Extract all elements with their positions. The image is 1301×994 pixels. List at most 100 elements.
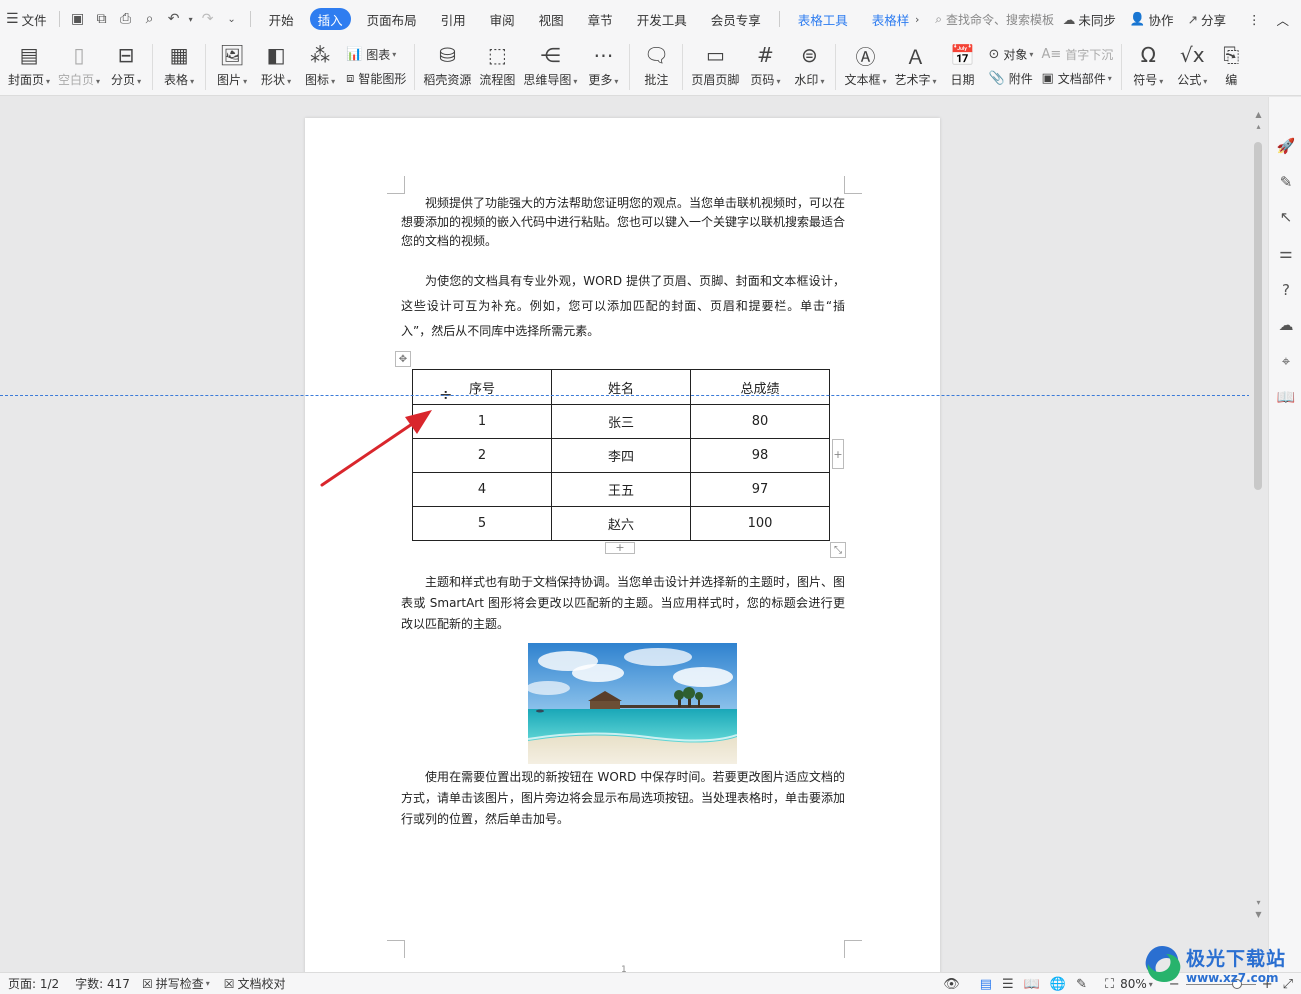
document-page[interactable]: 视频提供了功能强大的方法帮助您证明您的观点。当您单击联机视频时，可以在想要添加的… bbox=[305, 118, 940, 972]
print-preview-icon[interactable]: ⌕ bbox=[138, 7, 162, 31]
table-header-cell[interactable]: 总成绩 bbox=[690, 369, 830, 405]
fit-page-icon[interactable]: ⛶ bbox=[1105, 977, 1114, 992]
tab-table-style[interactable]: 表格样 bbox=[864, 8, 912, 30]
web-view-icon[interactable]: 🌐 bbox=[1050, 977, 1066, 992]
wordart-button[interactable]: Ａ 艺术字 ▾ bbox=[890, 38, 940, 88]
edit-button[interactable]: ⎘ 编 bbox=[1214, 38, 1248, 88]
blank-page-button[interactable]: ▯ 空白页 ▾ bbox=[54, 38, 104, 88]
outline-view-icon[interactable]: ☰ bbox=[1002, 977, 1014, 992]
flowchart-button[interactable]: ⬚ 流程图 bbox=[475, 38, 519, 88]
table-cell[interactable]: 100 bbox=[690, 506, 830, 541]
sync-button[interactable]: ☁ 未同步 bbox=[1063, 10, 1116, 29]
attachment-button[interactable]: 📎 附件 bbox=[989, 66, 1034, 90]
table-move-handle-icon[interactable]: ✥ bbox=[395, 351, 411, 367]
redo-icon[interactable]: ↷ bbox=[196, 7, 220, 31]
undo-icon[interactable]: ↶ bbox=[162, 7, 186, 31]
watermark-button[interactable]: ⊜ 水印 ▾ bbox=[787, 38, 831, 88]
paragraph[interactable]: 视频提供了功能强大的方法帮助您证明您的观点。当您单击联机视频时，可以在想要添加的… bbox=[401, 194, 845, 251]
tab-insert[interactable]: 插入 bbox=[309, 8, 351, 30]
object-button[interactable]: ⊙ 对象 ▾ bbox=[989, 42, 1034, 66]
eye-protection-icon[interactable]: 👁 bbox=[943, 977, 960, 992]
page-indicator[interactable]: 页面: 1/2 bbox=[8, 975, 59, 992]
book-reader-icon[interactable]: 📖 bbox=[1277, 388, 1296, 406]
sliders-icon[interactable]: ⚌ bbox=[1277, 244, 1295, 262]
page-number-button[interactable]: # 页码 ▾ bbox=[743, 38, 787, 88]
tab-table-tools[interactable]: 表格工具 bbox=[790, 8, 856, 30]
collaborate-button[interactable]: 👤 协作 bbox=[1130, 10, 1174, 29]
table-cell[interactable]: 98 bbox=[690, 438, 830, 473]
write-mode-icon[interactable]: ✎ bbox=[1076, 977, 1087, 992]
comment-button[interactable]: 🗨 批注 bbox=[634, 38, 678, 88]
table-cell[interactable]: 97 bbox=[690, 472, 830, 507]
table-resize-handle-icon[interactable]: ⤡ bbox=[830, 542, 846, 558]
table-cell[interactable]: 2 bbox=[412, 438, 552, 473]
tab-developer[interactable]: 开发工具 bbox=[629, 8, 695, 30]
cloud-resources-icon[interactable]: ☁ bbox=[1277, 316, 1295, 334]
picture-button[interactable]: 🖼 图片 ▾ bbox=[210, 38, 254, 88]
chart-button[interactable]: 📊 图表 ▾ bbox=[346, 42, 406, 66]
tab-home[interactable]: 开始 bbox=[261, 8, 302, 30]
paragraph[interactable]: 主题和样式也有助于文档保持协调。当您单击设计并选择新的主题时，图片、图表或 Sm… bbox=[401, 572, 845, 635]
undo-dropdown-icon[interactable]: ▾ bbox=[186, 7, 196, 31]
file-menu[interactable]: ☰ 文件 bbox=[0, 7, 53, 31]
drop-cap-button[interactable]: A≡ 首字下沉 bbox=[1041, 42, 1113, 66]
print-icon[interactable]: ⎙ bbox=[114, 7, 138, 31]
symbol-button[interactable]: Ω 符号 ▾ bbox=[1126, 38, 1170, 88]
table-cell[interactable]: 王五 bbox=[551, 472, 691, 507]
collapse-ribbon-icon[interactable]: ︿ bbox=[1276, 10, 1289, 29]
add-row-button[interactable]: + bbox=[605, 542, 635, 554]
share-button[interactable]: ↗ 分享 bbox=[1187, 10, 1226, 29]
beach-photo[interactable] bbox=[528, 643, 737, 764]
header-footer-button[interactable]: ▭ 页眉页脚 bbox=[687, 38, 743, 88]
scroll-page-up-icon[interactable]: ▴ bbox=[1249, 121, 1268, 133]
pen-icon[interactable]: ✎ bbox=[1277, 173, 1295, 191]
formula-button[interactable]: √x 公式 ▾ bbox=[1170, 38, 1214, 88]
more-options-icon[interactable]: ⋮ bbox=[1248, 12, 1261, 27]
help-icon[interactable]: ? bbox=[1277, 281, 1295, 299]
table-cell[interactable]: 赵六 bbox=[551, 506, 691, 541]
page-break-button[interactable]: ⊟ 分页 ▾ bbox=[104, 38, 148, 88]
chevron-right-icon[interactable]: › bbox=[911, 7, 923, 31]
tab-view[interactable]: 视图 bbox=[531, 8, 572, 30]
command-search[interactable]: ⌕ 查找命令、搜索模板 bbox=[935, 11, 1054, 28]
table-cell[interactable]: 5 bbox=[412, 506, 552, 541]
customize-dropdown-icon[interactable]: ⌄ bbox=[220, 7, 244, 31]
tab-member[interactable]: 会员专享 bbox=[703, 8, 769, 30]
table-cell[interactable]: 张三 bbox=[551, 404, 691, 439]
table-header-cell[interactable]: 序号 bbox=[412, 369, 552, 405]
rocket-icon[interactable]: 🚀 bbox=[1277, 137, 1296, 155]
table-cell[interactable]: 80 bbox=[690, 404, 830, 439]
table-cell[interactable]: 1 bbox=[412, 404, 552, 439]
paragraph[interactable]: 为使您的文档具有专业外观，WORD 提供了页眉、页脚、封面和文本框设计，这些设计… bbox=[401, 269, 845, 344]
shape-button[interactable]: ◧ 形状 ▾ bbox=[254, 38, 298, 88]
scroll-thumb[interactable] bbox=[1254, 142, 1262, 490]
document-workspace[interactable]: 视频提供了功能强大的方法帮助您证明您的观点。当您单击联机视频时，可以在想要添加的… bbox=[0, 97, 1268, 972]
add-column-button[interactable]: + bbox=[832, 439, 844, 469]
tab-page-layout[interactable]: 页面布局 bbox=[359, 8, 425, 30]
scroll-down-icon[interactable]: ▼ bbox=[1249, 909, 1268, 921]
mindmap-button[interactable]: ⋲ 思维导图 ▾ bbox=[519, 38, 581, 88]
more-button[interactable]: ⋯ 更多 ▾ bbox=[581, 38, 625, 88]
tab-chapter[interactable]: 章节 bbox=[580, 8, 621, 30]
tab-review[interactable]: 审阅 bbox=[482, 8, 523, 30]
doc-proofread-button[interactable]: ☒ 文档校对 bbox=[224, 975, 286, 992]
spell-check-button[interactable]: ☒ 拼写检查 ▾ bbox=[142, 975, 210, 992]
cover-page-button[interactable]: ▤ 封面页 ▾ bbox=[4, 38, 54, 88]
page-view-icon[interactable]: ▤ bbox=[980, 977, 992, 992]
doc-parts-button[interactable]: ▣ 文档部件 ▾ bbox=[1041, 66, 1113, 90]
icon-library-button[interactable]: ⁂ 图标 ▾ bbox=[298, 38, 342, 88]
save-icon[interactable]: ▣ bbox=[66, 7, 90, 31]
table-button[interactable]: ▦ 表格 ▾ bbox=[157, 38, 201, 88]
smart-shape-button[interactable]: ⧈ 智能图形 bbox=[346, 66, 406, 90]
location-icon[interactable]: ⌖ bbox=[1277, 352, 1295, 370]
tab-references[interactable]: 引用 bbox=[433, 8, 474, 30]
word-count[interactable]: 字数: 417 bbox=[75, 975, 130, 992]
reading-view-icon[interactable]: 📖 bbox=[1024, 977, 1040, 992]
paragraph[interactable]: 使用在需要位置出现的新按钮在 WORD 中保存时间。若要更改图片适应文档的方式，… bbox=[401, 767, 845, 830]
cursor-select-icon[interactable]: ↖ bbox=[1277, 208, 1295, 226]
scroll-up-icon[interactable]: ▲ bbox=[1249, 109, 1268, 121]
table-cell[interactable]: 李四 bbox=[551, 438, 691, 473]
scroll-page-down-icon[interactable]: ▾ bbox=[1249, 897, 1268, 909]
save-cloud-icon[interactable]: ⧉ bbox=[90, 7, 114, 31]
vertical-scrollbar[interactable]: ▲ ▴ ▾ ▼ bbox=[1249, 97, 1268, 972]
